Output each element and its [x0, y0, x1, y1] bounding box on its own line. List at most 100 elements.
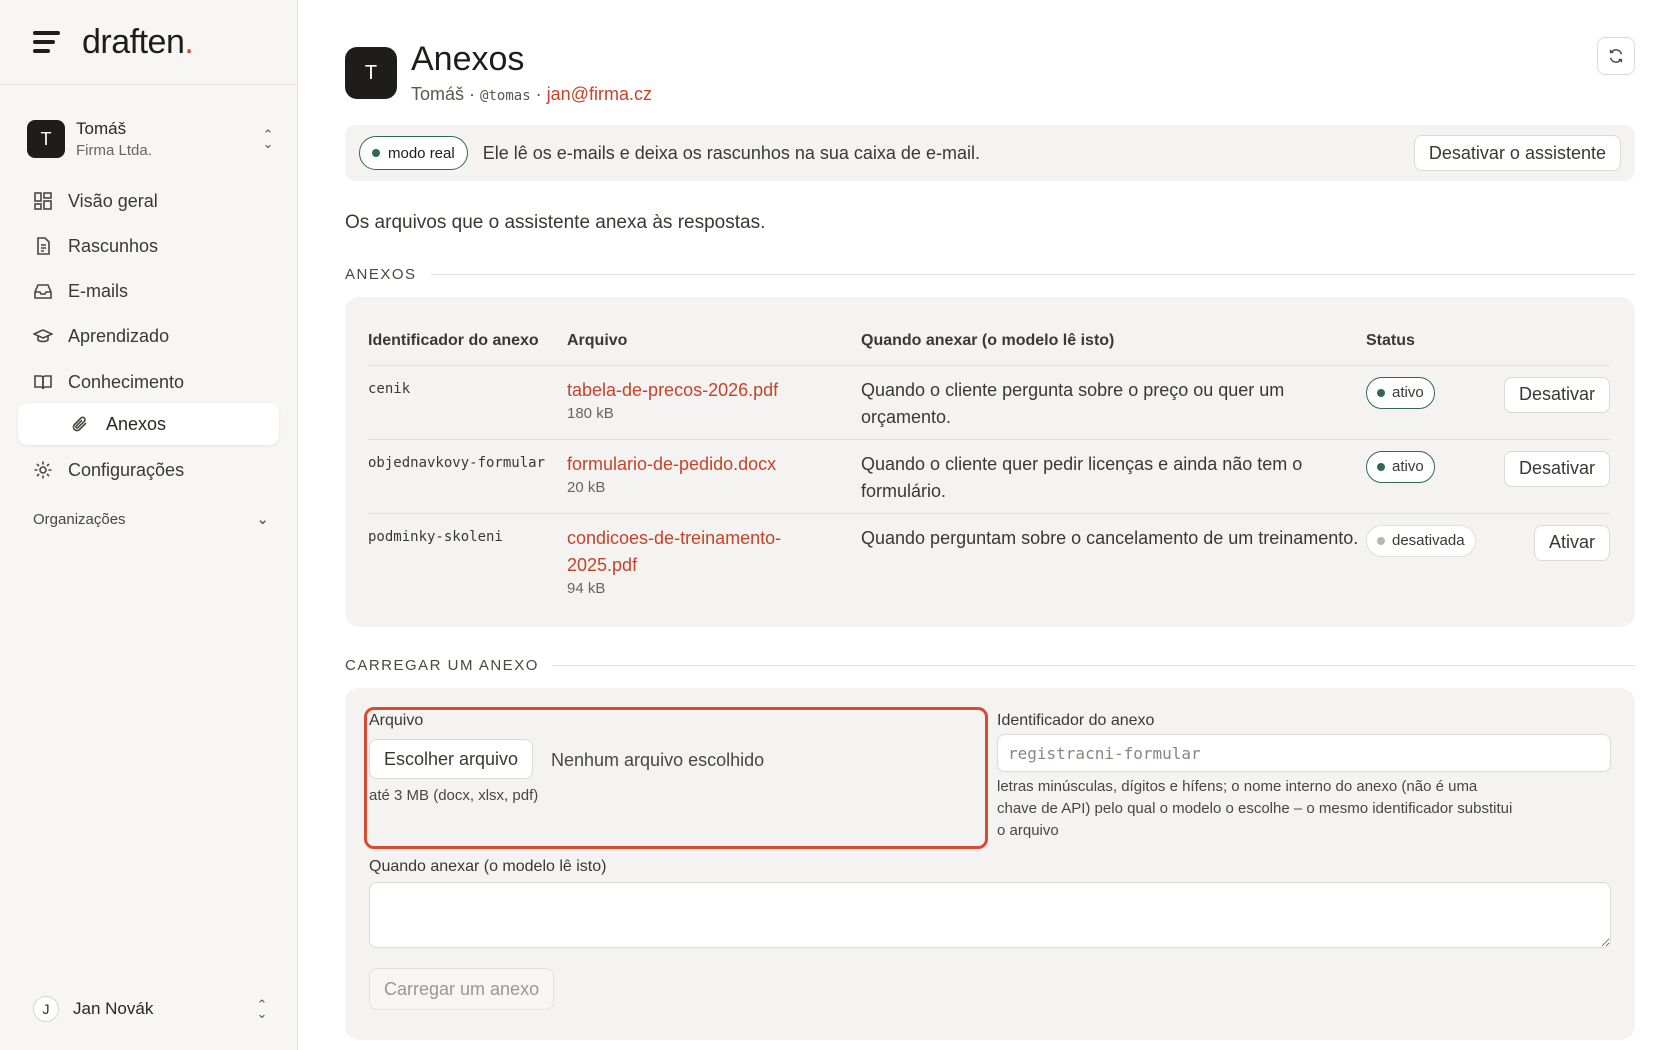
- inbox-icon: [34, 284, 52, 299]
- file-size: 94 kB: [567, 579, 606, 597]
- account-org: Firma Ltda.: [76, 142, 152, 159]
- file-hint: até 3 MB (docx, xlsx, pdf): [369, 787, 539, 804]
- header-user-name: Tomáš: [411, 84, 465, 104]
- when-textarea[interactable]: [369, 882, 1611, 948]
- document-icon: [37, 237, 50, 255]
- attachment-id: objednavkovy-formular: [368, 438, 567, 513]
- page-title: Anexos: [411, 40, 525, 78]
- choose-file-button[interactable]: Escolher arquivo: [369, 739, 534, 779]
- attachment-id: podminky-skoleni: [368, 512, 567, 613]
- sidebar-item-knowledge[interactable]: Conhecimento: [18, 361, 279, 403]
- refresh-icon: [1609, 49, 1623, 63]
- graduation-cap-icon: [33, 329, 53, 343]
- column-header: Arquivo: [567, 331, 628, 349]
- table-row: objednavkovy-formular formulario-de-pedi…: [368, 438, 1610, 513]
- file-size: 20 kB: [567, 478, 606, 496]
- intro-text: Os arquivos que o assistente anexa às re…: [345, 212, 766, 233]
- sidebar: draften. T Tomáš Firma Ltda. ⌃ ⌄ Visão ge…: [0, 0, 298, 1050]
- separator: ·: [535, 84, 542, 104]
- table-row: cenik tabela-de-precos-2026.pdf 180 kB Qu…: [368, 364, 1610, 439]
- brand-dot: .: [184, 22, 194, 61]
- file-field-label: Arquivo: [369, 712, 424, 729]
- status-label: desativada: [1392, 532, 1465, 549]
- section-label-text: CARREGAR UM ANEXO: [345, 657, 539, 674]
- user-avatar: J: [33, 996, 59, 1022]
- attachment-id: cenik: [368, 364, 567, 439]
- column-header: Quando anexar (o modelo lê isto): [861, 331, 1115, 349]
- status-label: ativo: [1392, 384, 1424, 401]
- attachment-id-input[interactable]: [997, 734, 1611, 772]
- action-cell: Desativar: [1501, 364, 1610, 439]
- account-text: Tomáš Firma Ltda.: [76, 119, 261, 159]
- organizations-label: Organizações: [33, 510, 126, 528]
- sidebar-item-learning[interactable]: Aprendizado: [18, 315, 279, 357]
- account-avatar: T: [27, 120, 65, 158]
- sidebar-item-label: Configurações: [68, 459, 185, 480]
- column-header: Status: [1366, 331, 1415, 349]
- sidebar-header: draften.: [0, 0, 297, 85]
- upload-attachment-button[interactable]: Carregar um anexo: [369, 968, 555, 1010]
- file-size: 180 kB: [567, 404, 614, 422]
- status-badge: desativada: [1366, 524, 1476, 557]
- mode-banner: modo real Ele lê os e-mails e deixa os r…: [345, 125, 1635, 181]
- disable-assistant-button[interactable]: Desativar o assistente: [1413, 135, 1621, 171]
- column-header: [1501, 317, 1610, 365]
- upload-section-label: CARREGAR UM ANEXO: [345, 657, 1635, 674]
- chevron-down-icon: ⌄: [256, 511, 269, 528]
- grid-icon: [34, 192, 52, 210]
- file-link[interactable]: tabela-de-precos-2026.pdf: [567, 377, 861, 404]
- table-row: podminky-skoleni condicoes-de-treinament…: [368, 512, 1610, 613]
- account-switcher[interactable]: T Tomáš Firma Ltda. ⌃ ⌄: [27, 117, 275, 161]
- attachments-section-label: ANEXOS: [345, 266, 1635, 283]
- sidebar-item-drafts[interactable]: Rascunhos: [18, 225, 279, 267]
- mode-badge-label: modo real: [388, 144, 455, 162]
- brand-logo[interactable]: draften.: [82, 22, 194, 62]
- sidebar-item-attachments[interactable]: Anexos: [18, 403, 279, 445]
- status-cell: ativo: [1366, 364, 1501, 439]
- file-cell: condicoes-de-treinamento-2025.pdf 94 kB: [567, 512, 861, 613]
- when-text: Quando perguntam sobre o cancelamento de…: [861, 512, 1366, 613]
- user-name: Jan Novák: [73, 999, 154, 1018]
- action-cell: Ativar: [1501, 512, 1610, 613]
- book-icon: [34, 375, 52, 390]
- account-name: Tomáš: [76, 119, 127, 138]
- sidebar-item-overview[interactable]: Visão geral: [18, 180, 279, 222]
- when-field-label: Quando anexar (o modelo lê isto): [369, 858, 607, 875]
- user-handle: @tomas: [480, 88, 531, 104]
- status-label: ativo: [1392, 458, 1424, 475]
- sidebar-item-label: Aprendizado: [68, 325, 170, 346]
- organizations-toggle[interactable]: Organizações ⌄: [33, 510, 269, 529]
- mode-badge: modo real: [359, 136, 468, 170]
- sidebar-item-emails[interactable]: E-mails: [18, 270, 279, 312]
- status-badge: ativo: [1366, 376, 1435, 409]
- attachments-card: Identificador do anexo Arquivo Quando an…: [345, 297, 1635, 627]
- column-header: Identificador do anexo: [368, 331, 539, 349]
- upload-card: Arquivo Escolher arquivo Nenhum arquivo …: [345, 688, 1635, 1040]
- sidebar-item-label: Anexos: [106, 413, 167, 434]
- sidebar-item-label: Visão geral: [68, 190, 158, 211]
- deactivate-button[interactable]: Desativar: [1503, 376, 1610, 413]
- user-email-link[interactable]: jan@firma.cz: [547, 84, 652, 104]
- menu-icon[interactable]: [33, 31, 60, 53]
- refresh-button[interactable]: [1597, 37, 1635, 75]
- deactivate-button[interactable]: Desativar: [1503, 450, 1610, 487]
- sidebar-item-settings[interactable]: Configurações: [18, 449, 279, 491]
- section-label-text: ANEXOS: [345, 266, 417, 283]
- file-link[interactable]: formulario-de-pedido.docx: [567, 451, 861, 478]
- gear-icon: [34, 461, 52, 479]
- sidebar-item-label: E-mails: [68, 280, 129, 301]
- file-link[interactable]: condicoes-de-treinamento-2025.pdf: [567, 525, 807, 579]
- attachments-table: Identificador do anexo Arquivo Quando an…: [368, 317, 1610, 613]
- paperclip-icon: [72, 416, 87, 432]
- chevron-up-down-icon: ⌃ ⌄: [262, 127, 274, 151]
- status-cell: ativo: [1366, 438, 1501, 513]
- brand-name: draften: [82, 22, 185, 61]
- user-menu[interactable]: J Jan Novák ⌃ ⌄: [33, 994, 269, 1024]
- header-subline: Tomáš · @tomas · jan@firma.cz: [411, 84, 652, 105]
- header-avatar: T: [345, 47, 397, 99]
- activate-button[interactable]: Ativar: [1533, 524, 1610, 561]
- chevron-up-down-icon: ⌃ ⌄: [256, 997, 268, 1021]
- separator: ·: [469, 84, 476, 104]
- id-field-label: Identificador do anexo: [997, 712, 1155, 729]
- id-hint: letras minúsculas, dígitos e hífens; o n…: [997, 778, 1513, 839]
